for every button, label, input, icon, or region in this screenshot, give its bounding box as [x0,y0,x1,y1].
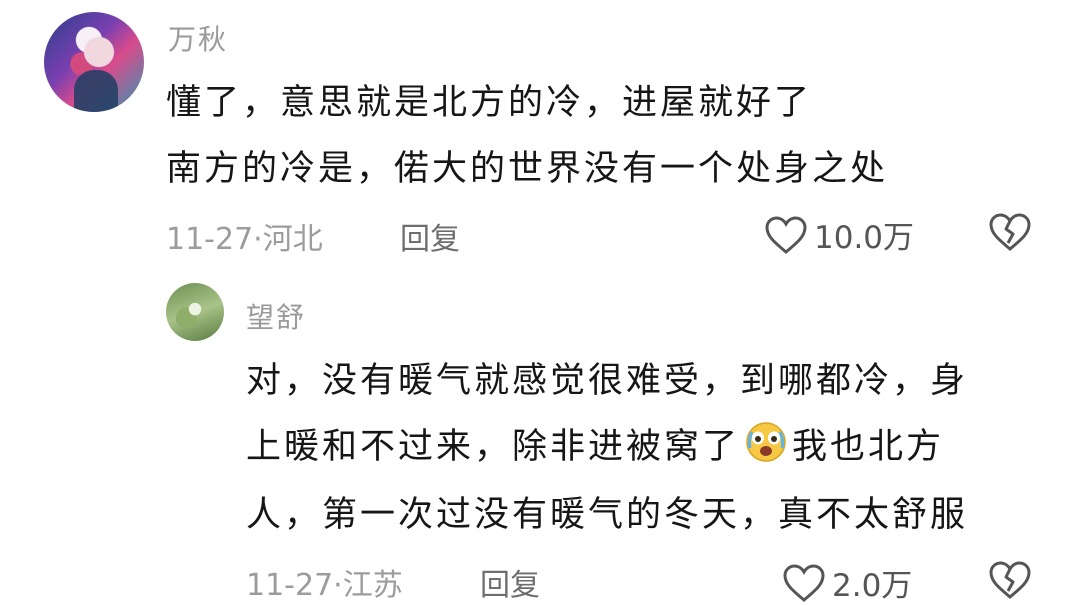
crying-laughing-emoji-icon [746,422,786,462]
like-count: 10.0万 [814,220,915,256]
avatar[interactable] [166,283,224,341]
reply-button[interactable]: 回复 [400,214,460,258]
heart-outline-icon [764,215,808,255]
reply-date-location: 11-27·江苏 [246,568,403,603]
broken-heart-icon[interactable] [988,560,1032,600]
reply-username[interactable]: 望舒 [246,296,306,336]
reply-text-part-a: 上暖和不过来，除非进被窝了 [246,427,741,467]
reply-text-line-1: 对，没有暖气就感觉很难受，到哪都冷，身 [246,361,969,401]
comment-text-line-1: 懂了，意思就是北方的冷，进屋就好了 [166,83,813,123]
reply-item: 望舒 对，没有暖气就感觉很难受，到哪都冷，身 上暖和不过来，除非进被窝了 我也北… [0,270,1080,604]
comment-text-line-2: 南方的冷是，偌大的世界没有一个处身之处 [166,149,889,189]
broken-heart-icon[interactable] [988,212,1032,252]
reply-button[interactable]: 回复 [480,560,540,604]
like-button[interactable]: 10.0万 [764,212,914,257]
heart-outline-icon [782,563,826,603]
like-button[interactable]: 2.0万 [782,560,912,605]
like-count: 2.0万 [832,568,913,604]
reply-text-line-2: 上暖和不过来，除非进被窝了 我也北方 [246,416,944,478]
comment-username[interactable]: 万秋 [168,18,228,58]
avatar[interactable] [44,12,144,112]
comment-date-location: 11-27·河北 [166,222,323,257]
reply-text-line-3: 人，第一次过没有暖气的冬天，真不太舒服 [246,495,969,535]
comment-item: 万秋 懂了，意思就是北方的冷，进屋就好了 南方的冷是，偌大的世界没有一个处身之处… [0,0,1080,270]
reply-text-part-b: 我也北方 [792,427,945,467]
